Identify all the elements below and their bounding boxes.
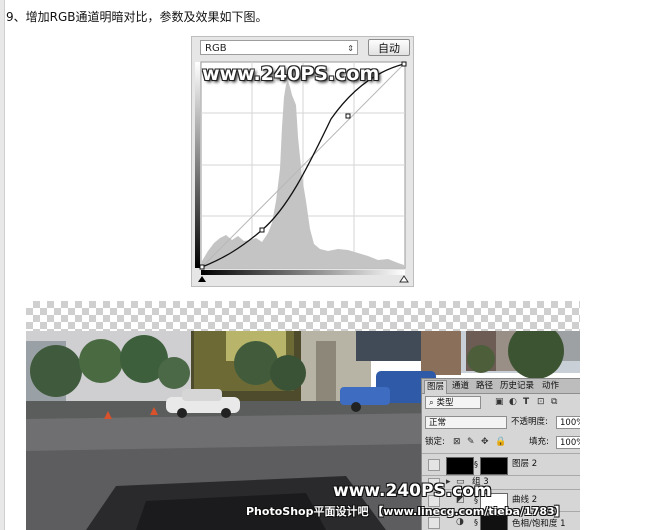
lock-label: 锁定: — [425, 437, 445, 447]
type-filter-icon[interactable]: T — [523, 396, 529, 409]
layer-thumbnail — [446, 457, 474, 475]
curve-point-light — [345, 113, 351, 119]
eye-icon[interactable] — [428, 459, 440, 471]
tab-layers[interactable]: 图层 — [424, 380, 448, 394]
smart-filter-icon[interactable]: ⧉ — [551, 396, 557, 409]
curve-point-dark — [259, 227, 265, 233]
black-point-slider — [198, 276, 206, 282]
input-gradient-bar — [201, 270, 405, 275]
curves-dialog: RGB ⇕ 自动 www.240PS.com — [191, 36, 414, 287]
lock-icon[interactable]: 🔒 — [495, 436, 506, 449]
layer-row-layer2[interactable]: § 图层 2 — [422, 453, 580, 476]
opacity-label: 不透明度: — [511, 417, 548, 427]
blend-mode-value: 正常 — [429, 418, 447, 428]
lock-transparency-icon[interactable]: ⊠ — [453, 436, 461, 449]
fill-label: 填充: — [529, 437, 549, 447]
adjust-filter-icon[interactable]: ◐ — [509, 396, 517, 409]
curve-point-shadow — [199, 264, 205, 270]
filter-kind-value: 类型 — [436, 398, 454, 408]
brush-icon[interactable]: ✎ — [467, 436, 475, 449]
tab-paths[interactable]: 路径 — [474, 380, 495, 393]
link-icon: § — [474, 460, 478, 469]
tab-actions[interactable]: 动作 — [540, 380, 561, 393]
result-photo: 图层 通道 路径 历史记录 动作 ⌕ 类型 ▣ ◐ T ⊡ ⧉ 正常 不透明度:… — [26, 301, 580, 530]
opacity-input[interactable]: 100% — [556, 416, 580, 429]
channel-select-value: RGB — [205, 43, 227, 54]
layer-name: 色相/饱和度 1 — [512, 519, 566, 529]
lock-row: 锁定: ⊠ ✎ ✥ 🔒 填充: 100% — [425, 436, 580, 451]
window-left-edge — [0, 0, 5, 530]
white-point-slider — [399, 275, 409, 283]
filter-row: ⌕ 类型 ▣ ◐ T ⊡ ⧉ — [425, 396, 580, 411]
transparent-area — [26, 301, 580, 331]
layer-mask-thumbnail — [480, 457, 508, 475]
move-icon[interactable]: ✥ — [481, 436, 489, 449]
filter-kind-select[interactable]: ⌕ 类型 — [425, 396, 481, 409]
output-gradient-bar — [195, 62, 200, 268]
curve-point-highlight — [401, 61, 407, 67]
channel-select[interactable]: RGB ⇕ — [200, 40, 358, 55]
fill-input[interactable]: 100% — [556, 436, 580, 449]
watermark-small: PhotoShop平面设计吧 【www.linecg.com/tieba/178… — [246, 505, 566, 518]
auto-button[interactable]: 自动 — [368, 39, 410, 56]
tab-history[interactable]: 历史记录 — [498, 380, 536, 393]
blend-row: 正常 不透明度: 100% — [425, 416, 580, 431]
tab-channels[interactable]: 通道 — [450, 380, 471, 393]
panel-tabs: 图层 通道 路径 历史记录 动作 — [422, 379, 580, 394]
chevron-updown-icon: ⇕ — [347, 44, 354, 53]
pixel-filter-icon[interactable]: ▣ — [495, 396, 504, 409]
layer-name: 图层 2 — [512, 459, 538, 469]
blend-mode-select[interactable]: 正常 — [425, 416, 507, 429]
watermark: www.240PS.com — [202, 63, 380, 85]
link-icon: § — [474, 518, 478, 527]
step-instruction: 9、增加RGB通道明暗对比，参数及效果如下图。 — [6, 10, 268, 24]
shape-filter-icon[interactable]: ⊡ — [537, 396, 545, 409]
watermark-large: www.240PS.com — [333, 481, 492, 501]
